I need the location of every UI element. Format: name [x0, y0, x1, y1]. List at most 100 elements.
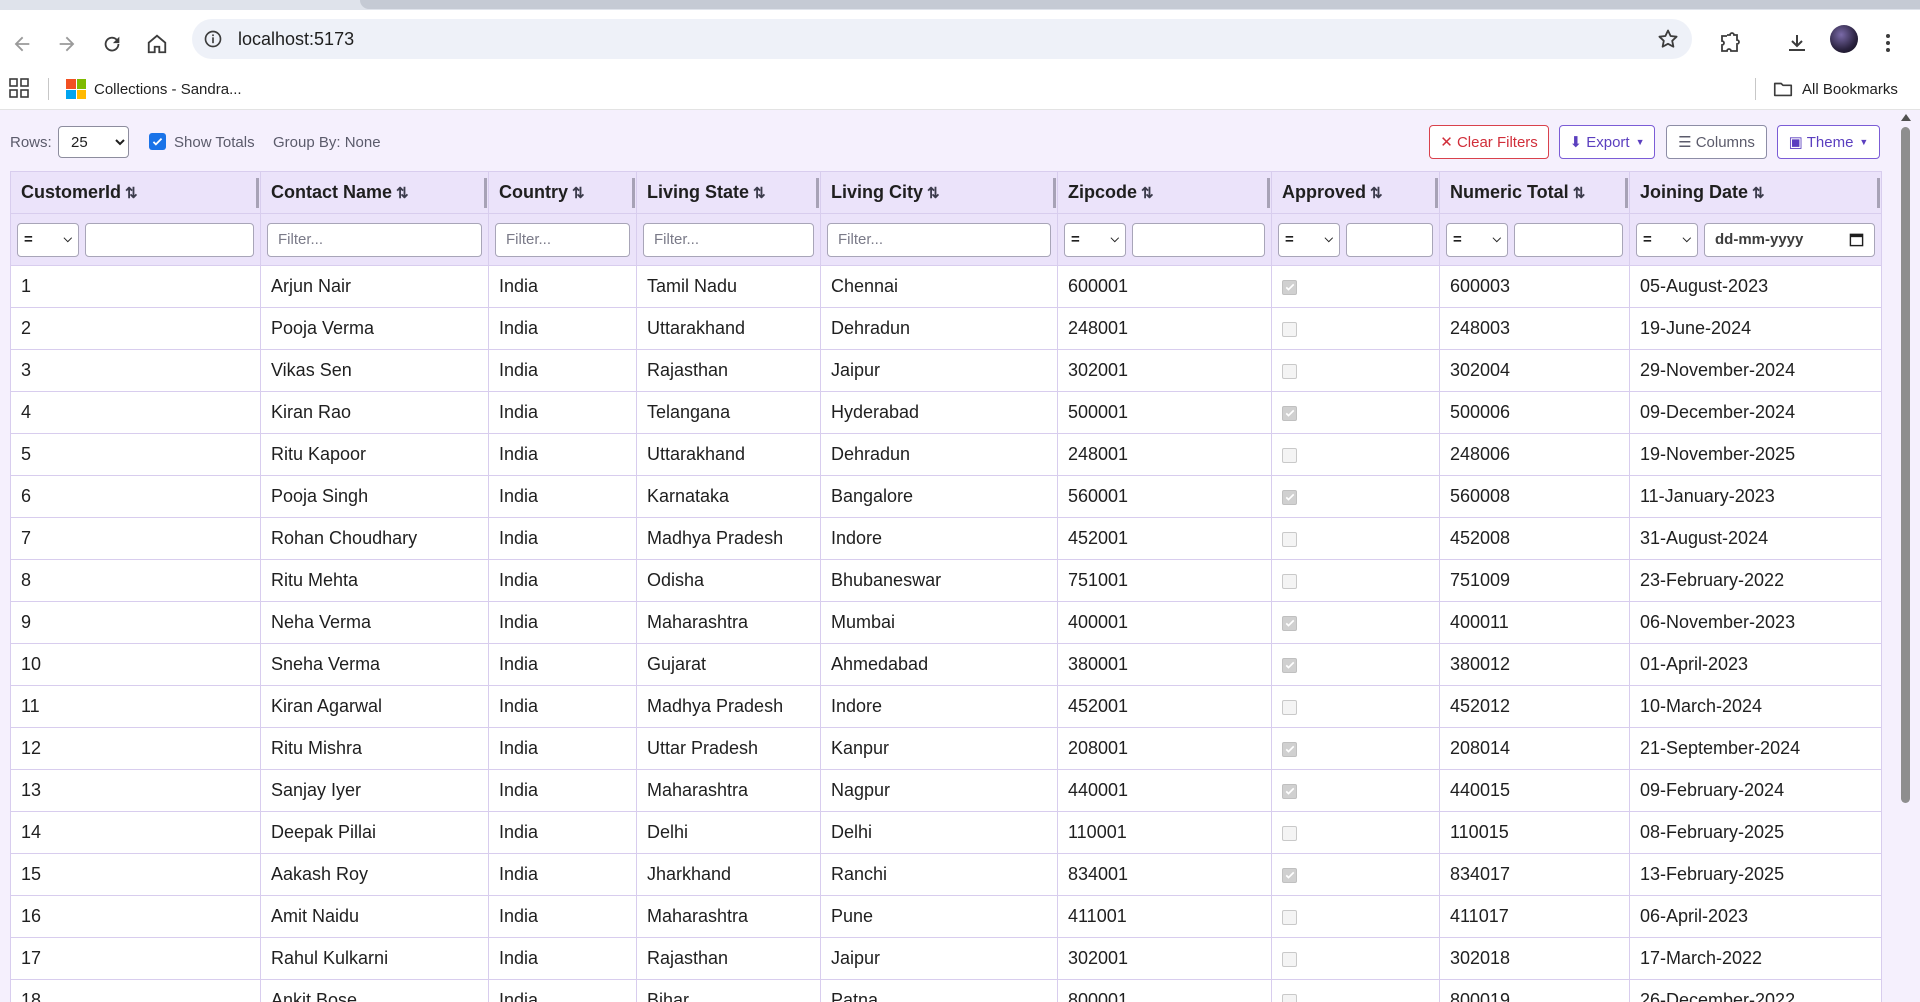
column-header[interactable]: Contact Name ⇅ — [260, 171, 489, 214]
id-cell: 17 — [10, 937, 261, 980]
column-resize-handle[interactable] — [1877, 178, 1880, 208]
id-cell: 16 — [10, 895, 261, 938]
table-row[interactable]: 18 Ankit Bose India Bihar Patna 800001 800019 2… — [10, 979, 1882, 1002]
filter-text-input[interactable] — [267, 222, 482, 257]
columns-button[interactable]: ☰ Columns — [1666, 125, 1767, 159]
filter-text-input[interactable] — [495, 222, 630, 257]
column-header[interactable]: Country ⇅ — [488, 171, 637, 214]
date-cell: 23-February-2022 — [1629, 559, 1882, 602]
sort-icon[interactable]: ⇅ — [1141, 185, 1154, 202]
url-text[interactable]: localhost:5173 — [238, 29, 354, 50]
filter-date-input[interactable]: dd-mm-yyyy — [1704, 222, 1875, 257]
column-filter: = ⌵ — [10, 213, 261, 266]
column-header[interactable]: Approved ⇅ — [1271, 171, 1440, 214]
column-resize-handle[interactable] — [816, 178, 819, 208]
name-cell: Ritu Mehta — [260, 559, 489, 602]
column-header[interactable]: Living City ⇅ — [820, 171, 1058, 214]
sort-icon[interactable]: ⇅ — [1573, 185, 1586, 202]
vertical-scrollbar[interactable] — [1898, 110, 1912, 1002]
table-row[interactable]: 1 Arjun Nair India Tamil Nadu Chennai 600001 6… — [10, 265, 1882, 308]
sort-icon[interactable]: ⇅ — [753, 185, 766, 202]
show-totals-checkbox[interactable] — [149, 133, 166, 150]
column-resize-handle[interactable] — [1625, 178, 1628, 208]
all-bookmarks-button[interactable]: All Bookmarks — [1772, 76, 1898, 102]
zip-cell: 452001 — [1057, 685, 1272, 728]
scroll-up-arrow-icon[interactable] — [1901, 114, 1911, 121]
site-info-icon[interactable] — [202, 28, 224, 50]
table-row[interactable]: 5 Ritu Kapoor India Uttarakhand Dehradun 2480… — [10, 433, 1882, 476]
filter-text-input[interactable] — [643, 222, 814, 257]
filter-value-input[interactable] — [1514, 222, 1623, 257]
sort-icon[interactable]: ⇅ — [572, 185, 585, 202]
home-button[interactable] — [137, 24, 177, 64]
id-cell: 6 — [10, 475, 261, 518]
column-resize-handle[interactable] — [1267, 178, 1270, 208]
total-cell: 248006 — [1439, 433, 1630, 476]
table-row[interactable]: 9 Neha Verma India Maharashtra Mumbai 400001 4… — [10, 601, 1882, 644]
table-row[interactable]: 14 Deepak Pillai India Delhi Delhi 110001 1100… — [10, 811, 1882, 854]
theme-label: ▣ Theme — [1788, 134, 1854, 151]
table-row[interactable]: 6 Pooja Singh India Karnataka Bangalore 56000… — [10, 475, 1882, 518]
table-row[interactable]: 3 Vikas Sen India Rajasthan Jaipur 302001 3020… — [10, 349, 1882, 392]
filter-operator-select[interactable]: = ⌵ — [1278, 222, 1340, 257]
id-cell: 8 — [10, 559, 261, 602]
filter-operator-value: = — [1453, 231, 1462, 248]
filter-value-input[interactable] — [1346, 222, 1433, 257]
show-totals-label[interactable]: Show Totals — [174, 134, 255, 151]
table-row[interactable]: 16 Amit Naidu India Maharashtra Pune 411001 41… — [10, 895, 1882, 938]
back-button[interactable] — [2, 24, 42, 64]
filter-value-input[interactable] — [1132, 222, 1265, 257]
filter-operator-select[interactable]: = ⌵ — [1064, 222, 1126, 257]
scrollbar-thumb[interactable] — [1901, 127, 1910, 803]
column-header-label: Numeric Total — [1450, 182, 1569, 202]
table-row[interactable]: 7 Rohan Choudhary India Madhya Pradesh Indor… — [10, 517, 1882, 560]
column-header[interactable]: Zipcode ⇅ — [1057, 171, 1272, 214]
table-row[interactable]: 4 Kiran Rao India Telangana Hyderabad 500001 5… — [10, 391, 1882, 434]
table-row[interactable]: 11 Kiran Agarwal India Madhya Pradesh Indore… — [10, 685, 1882, 728]
column-header[interactable]: CustomerId ⇅ — [10, 171, 261, 214]
table-row[interactable]: 12 Ritu Mishra India Uttar Pradesh Kanpur 208… — [10, 727, 1882, 770]
clear-filters-button[interactable]: ✕ Clear Filters — [1429, 125, 1549, 159]
column-header[interactable]: Living State ⇅ — [636, 171, 821, 214]
table-row[interactable]: 17 Rahul Kulkarni India Rajasthan Jaipur 3020… — [10, 937, 1882, 980]
bookmark-collections[interactable]: Collections - Sandra... — [66, 76, 242, 102]
zip-cell: 302001 — [1057, 349, 1272, 392]
calendar-icon[interactable] — [1849, 232, 1864, 247]
browser-menu-button[interactable] — [1870, 25, 1906, 61]
theme-button[interactable]: ▣ Theme ▼ — [1777, 125, 1880, 159]
sort-icon[interactable]: ⇅ — [1752, 185, 1765, 202]
table-row[interactable]: 13 Sanjay Iyer India Maharashtra Nagpur 44000… — [10, 769, 1882, 812]
filter-operator-select[interactable]: = ⌵ — [1636, 222, 1698, 257]
sort-icon[interactable]: ⇅ — [927, 185, 940, 202]
column-resize-handle[interactable] — [1435, 178, 1438, 208]
filter-text-input[interactable] — [827, 222, 1051, 257]
table-row[interactable]: 2 Pooja Verma India Uttarakhand Dehradun 2480… — [10, 307, 1882, 350]
reload-button[interactable] — [92, 24, 132, 64]
table-row[interactable]: 15 Aakash Roy India Jharkhand Ranchi 834001 83… — [10, 853, 1882, 896]
address-bar[interactable]: localhost:5173 — [192, 19, 1692, 59]
column-resize-handle[interactable] — [256, 178, 259, 208]
filter-operator-select[interactable]: = ⌵ — [1446, 222, 1508, 257]
apps-grid-icon[interactable] — [8, 77, 30, 99]
column-resize-handle[interactable] — [1053, 178, 1056, 208]
sort-icon[interactable]: ⇅ — [125, 185, 138, 202]
group-by-label[interactable]: Group By: None — [273, 134, 381, 151]
table-row[interactable]: 8 Ritu Mehta India Odisha Bhubaneswar 751001 7… — [10, 559, 1882, 602]
column-header[interactable]: Joining Date ⇅ — [1629, 171, 1882, 214]
forward-button[interactable] — [47, 24, 87, 64]
filter-value-input[interactable] — [85, 222, 254, 257]
profile-avatar[interactable] — [1830, 25, 1858, 53]
column-header[interactable]: Numeric Total ⇅ — [1439, 171, 1630, 214]
table-row[interactable]: 10 Sneha Verma India Gujarat Ahmedabad 380001… — [10, 643, 1882, 686]
rows-per-page-select[interactable]: 25 — [58, 126, 129, 158]
sort-icon[interactable]: ⇅ — [396, 185, 409, 202]
column-resize-handle[interactable] — [632, 178, 635, 208]
downloads-button[interactable] — [1779, 25, 1815, 61]
sort-icon[interactable]: ⇅ — [1370, 185, 1383, 202]
extensions-button[interactable] — [1712, 25, 1748, 61]
column-resize-handle[interactable] — [484, 178, 487, 208]
caret-down-icon: ▼ — [1635, 137, 1645, 147]
bookmark-star-icon[interactable] — [1656, 27, 1680, 51]
filter-operator-select[interactable]: = ⌵ — [17, 222, 79, 257]
export-button[interactable]: ⬇ Export ▼ — [1559, 125, 1655, 159]
